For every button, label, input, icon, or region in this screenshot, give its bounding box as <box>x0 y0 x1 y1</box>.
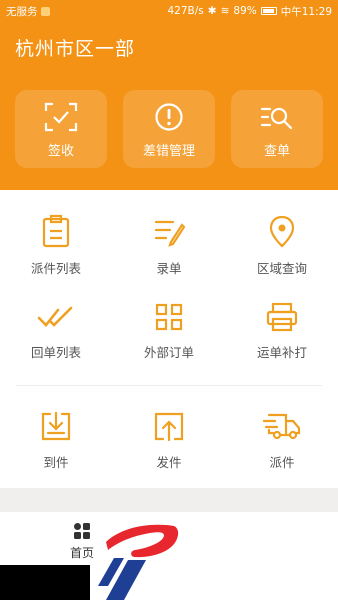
query-order-button[interactable]: 查单 <box>231 90 323 168</box>
outbox-upload-icon <box>154 412 184 442</box>
external-orders-item[interactable]: 外部订单 <box>113 302 225 361</box>
notification-icon <box>40 6 50 16</box>
delivery-truck-icon <box>263 413 301 440</box>
arrival-label: 到件 <box>43 455 69 470</box>
status-bar: 无服务 427B/s ✱ ≋ 89% 中午11:29 <box>0 0 338 22</box>
battery-icon <box>260 7 277 15</box>
receipt-list-label: 回单列表 <box>30 345 81 360</box>
grid-divider <box>16 385 322 386</box>
bluetooth-icon: ✱ <box>207 5 217 17</box>
dispatch-item[interactable]: 派件 <box>226 410 338 471</box>
dispatch-label: 派件 <box>269 455 295 470</box>
printer-icon <box>266 302 298 332</box>
enter-order-item[interactable]: 录单 <box>113 214 225 277</box>
list-search-icon <box>260 107 293 130</box>
receipt-list-item[interactable]: 回单列表 <box>0 302 112 361</box>
dispatch-list-label: 派件列表 <box>30 261 81 276</box>
brand-logo-icon <box>98 524 179 600</box>
query-order-label: 查单 <box>263 144 290 159</box>
scan-check-icon <box>44 102 78 132</box>
double-check-icon <box>37 306 73 327</box>
location-pin-icon <box>269 215 295 248</box>
inbox-download-icon <box>41 411 71 441</box>
waybill-reprint-item[interactable]: 运单补打 <box>226 302 338 361</box>
waybill-reprint-label: 运单补打 <box>256 345 307 360</box>
arrival-item[interactable]: 到件 <box>0 410 112 471</box>
qr-code-icon <box>155 303 183 331</box>
clipboard-icon <box>42 214 70 248</box>
error-management-label: 差错管理 <box>142 144 195 159</box>
sign-receive-button[interactable]: 签收 <box>15 90 107 168</box>
network-speed: 427B/s <box>167 5 204 17</box>
overlay-black-block <box>0 565 90 600</box>
area-query-label: 区域查询 <box>256 261 307 276</box>
clock: 中午11:29 <box>280 5 332 18</box>
edit-list-icon <box>154 220 185 247</box>
battery-percent: 89% <box>233 5 257 17</box>
send-label: 发件 <box>156 455 182 470</box>
page-title: 杭州市区一部 <box>15 38 136 60</box>
carrier-text: 无服务 <box>6 5 38 18</box>
area-query-item[interactable]: 区域查询 <box>226 214 338 277</box>
dispatch-list-item[interactable]: 派件列表 <box>0 214 112 277</box>
alert-circle-icon <box>155 103 183 131</box>
send-item[interactable]: 发件 <box>113 410 225 471</box>
sign-receive-label: 签收 <box>47 144 74 159</box>
wifi-icon: ≋ <box>220 5 230 17</box>
external-orders-label: 外部订单 <box>143 345 194 360</box>
function-grid: 派件列表 录单 区域查询 回单列表 外部订单 运单补打 到件 发件 派件 <box>0 190 338 488</box>
enter-order-label: 录单 <box>156 261 182 276</box>
error-management-button[interactable]: 差错管理 <box>123 90 215 168</box>
header: 杭州市区一部 签收 差错管理 查单 <box>0 22 338 190</box>
